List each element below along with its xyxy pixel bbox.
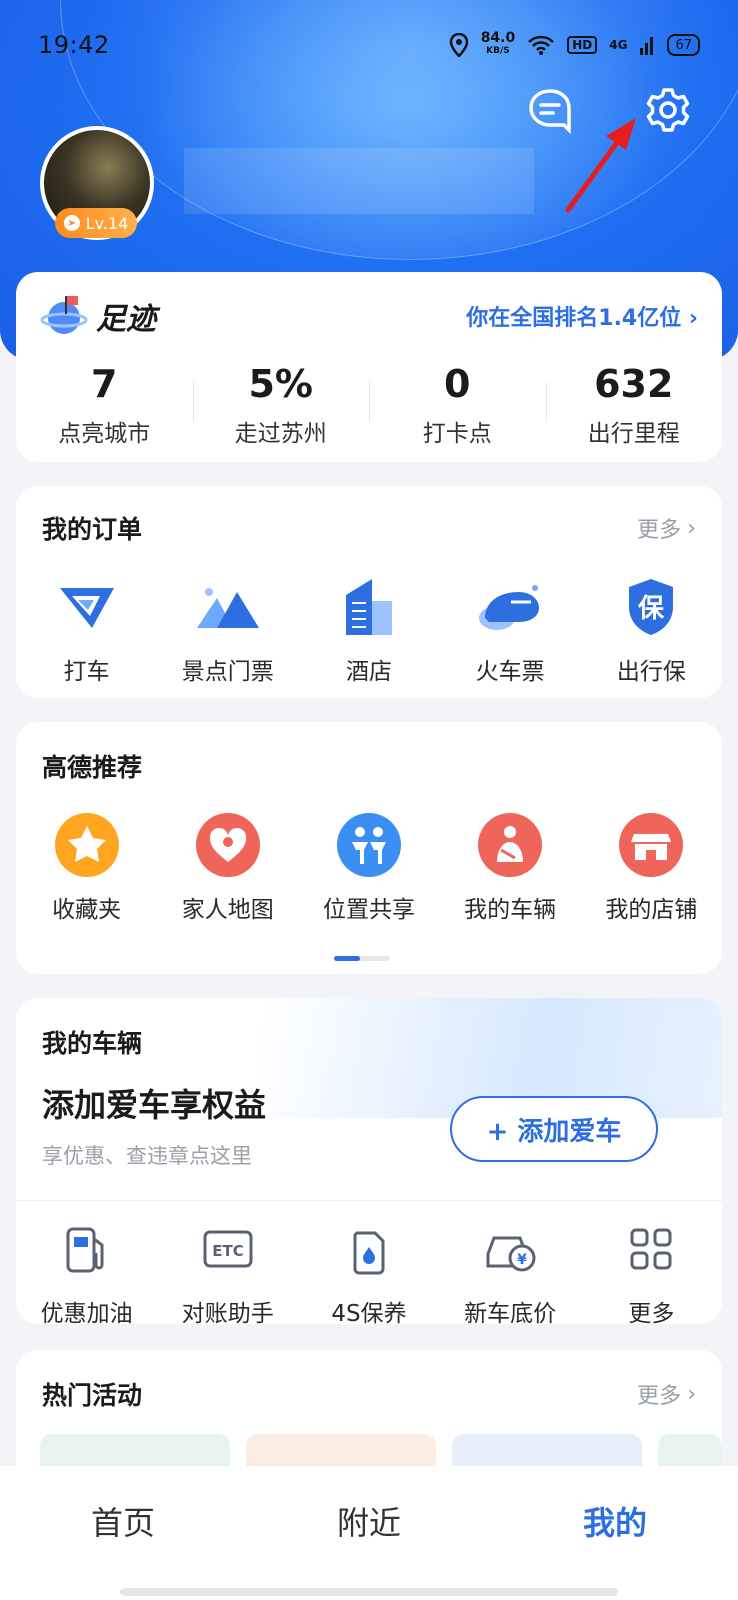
order-label: 打车 (63, 659, 110, 685)
stat-label: 点亮城市 (58, 421, 151, 447)
level-icon: ➤ (63, 215, 80, 231)
divider (16, 1200, 722, 1201)
star-icon (54, 813, 119, 877)
recommend-label: 收藏夹 (52, 897, 122, 923)
more-label: 更多 (637, 518, 682, 543)
add-car-button[interactable]: + 添加爱车 (450, 1096, 658, 1162)
stat-label: 打卡点 (422, 421, 492, 447)
tool-label: 更多 (628, 1301, 675, 1324)
oil-icon (353, 1231, 385, 1275)
tab-label: 我的 (582, 1504, 647, 1542)
tab-nearby[interactable]: 附近 (246, 1466, 492, 1600)
tool-etc-assistant[interactable]: ETC 对账助手 (163, 1214, 293, 1324)
level-text: Lv.14 (85, 213, 129, 233)
stat-value: 5% (248, 362, 313, 406)
etc-icon: ETC (203, 1230, 253, 1268)
hot-more-link[interactable]: 更多 › (637, 1378, 696, 1410)
stat-label: 出行里程 (587, 421, 680, 447)
order-label: 景点门票 (181, 659, 274, 685)
order-travel-insurance[interactable]: 保 出行保 (586, 572, 716, 686)
tool-label: 优惠加油 (40, 1301, 133, 1324)
footprint-title: 足迹 (96, 302, 156, 337)
chevron-right-icon: › (687, 515, 696, 541)
stat-value: 0 (444, 362, 471, 406)
footprint-card[interactable]: 足迹 你在全国排名1.4亿位 › 7 点亮城市 5% 走过苏州 0 打卡点 632 出行… (16, 272, 722, 462)
my-vehicle-card: 我的车辆 添加爱车享权益 享优惠、查违章点这里 + 添加爱车 优惠加油 ETC … (16, 998, 722, 1324)
order-tickets[interactable]: 景点门票 (163, 572, 293, 686)
hotel-icon (345, 579, 392, 635)
tab-home[interactable]: 首页 (0, 1466, 246, 1600)
recommend-my-vehicle[interactable]: 我的车辆 (445, 810, 575, 924)
heart-icon (195, 813, 260, 877)
order-label: 出行保 (616, 659, 686, 685)
people-icon (336, 813, 401, 877)
tab-label: 附近 (336, 1504, 401, 1542)
vehicle-title: 我的车辆 (42, 1029, 143, 1058)
username-redacted (184, 148, 534, 214)
order-taxi[interactable]: 打车 (22, 572, 152, 686)
mountain-icon (196, 588, 259, 628)
fuel-icon (66, 1227, 104, 1273)
stat-mileage[interactable]: 632 出行里程 (545, 362, 723, 448)
chevron-right-icon: › (687, 1381, 696, 1407)
stat-lit-cities[interactable]: 7 点亮城市 (16, 362, 193, 448)
national-rank-link[interactable]: 你在全国排名1.4亿位 › (466, 300, 698, 332)
tab-label: 首页 (90, 1504, 155, 1542)
recommend-card: 高德推荐 收藏夹 家人地图 位置共享 我的车辆 我的店铺 (16, 722, 722, 974)
orders-title: 我的订单 (42, 515, 143, 544)
vehicle-headline: 添加爱车享权益 (42, 1086, 267, 1124)
recommend-label: 我的店铺 (605, 897, 698, 923)
shield-icon: 保 (629, 579, 674, 635)
stat-value: 7 (91, 362, 118, 406)
svg-text:ETC: ETC (212, 1242, 244, 1260)
recommend-label: 家人地图 (181, 897, 274, 923)
hot-title: 热门活动 (42, 1381, 143, 1410)
order-label: 酒店 (345, 659, 392, 685)
tool-new-car-price[interactable]: ¥ 新车底价 (445, 1214, 575, 1324)
bottom-tab-bar: 首页 附近 我的 (0, 1466, 738, 1600)
planet-icon (40, 296, 88, 334)
chevron-right-icon: › (688, 306, 698, 331)
orders-more-link[interactable]: 更多 › (637, 512, 696, 544)
recommend-my-store[interactable]: 我的店铺 (586, 810, 716, 924)
recommend-family-map[interactable]: 家人地图 (163, 810, 293, 924)
more-label: 更多 (637, 1384, 682, 1409)
recommend-label: 我的车辆 (464, 897, 557, 923)
vehicle-subtitle: 享优惠、查违章点这里 (42, 1144, 252, 1168)
recommend-label: 位置共享 (322, 897, 415, 923)
svg-text:保: 保 (637, 594, 665, 624)
footprint-logo: 足迹 (40, 292, 156, 340)
stat-checkins[interactable]: 0 打卡点 (369, 362, 546, 448)
order-label: 火车票 (475, 659, 545, 685)
tab-mine[interactable]: 我的 (492, 1466, 738, 1600)
svg-text:¥: ¥ (517, 1252, 527, 1268)
stat-value: 632 (594, 362, 674, 406)
order-train[interactable]: 火车票 (445, 572, 575, 686)
tool-label: 新车底价 (464, 1301, 557, 1324)
tool-fuel-discount[interactable]: 优惠加油 (22, 1214, 152, 1324)
tool-label: 对账助手 (181, 1301, 274, 1324)
page-indicator (334, 956, 390, 961)
my-orders-card: 我的订单 更多 › 打车 景点门票 酒店 火车票 保 出行保 (16, 486, 722, 698)
stat-label: 走过苏州 (234, 421, 327, 447)
rank-text: 你在全国排名1.4亿位 (466, 306, 682, 331)
car-price-icon: ¥ (486, 1236, 536, 1272)
level-badge[interactable]: ➤ Lv.14 (55, 208, 137, 238)
recommend-title: 高德推荐 (42, 753, 143, 782)
store-icon (619, 813, 684, 877)
stat-suzhou-coverage[interactable]: 5% 走过苏州 (192, 362, 370, 448)
recommend-favorites[interactable]: 收藏夹 (22, 810, 152, 924)
tool-4s-maintenance[interactable]: 4S保养 (304, 1214, 434, 1324)
order-hotel[interactable]: 酒店 (304, 572, 434, 686)
home-indicator[interactable] (120, 1588, 618, 1596)
grid-icon (630, 1228, 672, 1270)
page-indicator-active (334, 956, 360, 961)
recommend-location-share[interactable]: 位置共享 (304, 810, 434, 924)
driver-icon (478, 813, 543, 877)
tool-more[interactable]: 更多 (586, 1214, 716, 1324)
taxi-icon (59, 588, 114, 628)
tool-label: 4S保养 (331, 1301, 407, 1324)
train-icon (479, 585, 540, 630)
